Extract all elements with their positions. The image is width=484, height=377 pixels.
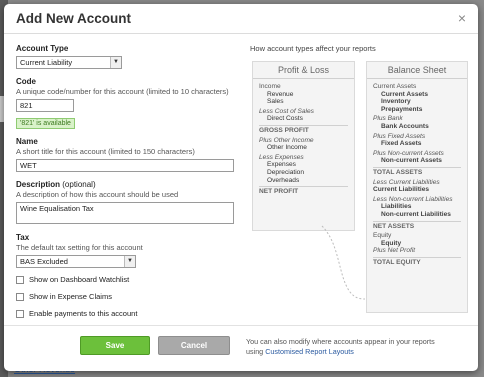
bs-equity-item: Equity	[381, 239, 402, 247]
bs-bank-accounts: Bank Accounts	[381, 122, 429, 130]
payments-checkbox[interactable]	[16, 309, 24, 318]
dialog-header: Add New Account ×	[4, 4, 478, 34]
checkbox-row-payments[interactable]: Enable payments to this account	[16, 308, 241, 319]
bs-current-assets-item: Current Assets	[381, 90, 429, 98]
account-type-value: Current Liability	[20, 58, 73, 67]
balance-sheet-body: Current Assets Current Assets Inventory …	[367, 79, 467, 270]
code-input[interactable]: 821	[16, 99, 74, 112]
bs-equity: Equity	[373, 232, 392, 240]
tax-value: BAS Excluded	[20, 257, 68, 266]
bs-total-equity: TOTAL EQUITY	[373, 256, 461, 267]
balance-sheet-title: Balance Sheet	[367, 62, 467, 79]
account-form: Account Type Current Liability ▼ Code A …	[16, 44, 241, 319]
dialog-title: Add New Account	[16, 11, 132, 26]
bs-less-current-liabilities: Less Current Liabilities	[373, 178, 440, 186]
tax-hint: The default tax setting for this account	[16, 243, 143, 252]
customised-report-layouts-link[interactable]: Customised Report Layouts	[265, 347, 354, 356]
name-hint: A short title for this account (limited …	[16, 147, 195, 156]
tax-label: Tax	[16, 233, 30, 242]
footer-note: You can also modify where accounts appea…	[246, 337, 435, 357]
bs-less-noncurrent-liabilities: Less Non-current Liabilities	[373, 195, 453, 203]
chevron-down-icon: ▼	[124, 256, 135, 267]
footer-note-line1: You can also modify where accounts appea…	[246, 337, 435, 346]
watchlist-checkbox[interactable]	[16, 275, 24, 284]
balance-sheet-panel: Balance Sheet Current Assets Current Ass…	[366, 61, 468, 313]
description-label: Description (optional)	[16, 180, 241, 189]
account-type-select[interactable]: Current Liability ▼	[16, 56, 122, 69]
description-optional: (optional)	[62, 180, 96, 189]
description-hint: A description of how this account should…	[16, 190, 179, 199]
bs-plus-noncurrent-assets: Plus Non-current Assets	[373, 149, 444, 157]
account-type-label: Account Type	[16, 44, 69, 53]
code-hint: A unique code/number for this account (l…	[16, 87, 229, 96]
bs-current-assets: Current Assets	[373, 83, 417, 90]
expense-claims-checkbox-label: Show in Expense Claims	[29, 292, 112, 301]
bs-current-liabilities: Current Liabilities	[373, 186, 430, 194]
bs-net-assets: NET ASSETS	[373, 220, 461, 231]
bs-total-assets: TOTAL ASSETS	[373, 166, 461, 177]
tax-select[interactable]: BAS Excluded ▼	[16, 255, 136, 268]
bs-prepayments: Prepayments	[381, 105, 423, 113]
payments-checkbox-label: Enable payments to this account	[29, 309, 138, 318]
description-textarea[interactable]: Wine Equalisation Tax	[16, 202, 234, 224]
cancel-button[interactable]: Cancel	[158, 336, 230, 355]
description-label-text: Description	[16, 180, 61, 189]
save-button[interactable]: Save	[80, 336, 150, 355]
name-input[interactable]: WET	[16, 159, 234, 172]
chevron-down-icon: ▼	[110, 57, 121, 68]
bs-plus-fixed-assets: Plus Fixed Assets	[373, 132, 426, 140]
code-available-badge: '821' is available	[16, 118, 75, 129]
bs-plus-bank: Plus Bank	[373, 115, 403, 123]
name-label: Name	[16, 137, 38, 146]
footer-note-prefix: using	[246, 347, 264, 356]
report-diagram: How account types affect your reports Pr…	[250, 44, 470, 324]
bs-plus-net-profit: Plus Net Profit	[373, 247, 416, 255]
bs-noncurrent-liabilities: Non-current Liabilities	[381, 210, 451, 218]
expense-claims-checkbox[interactable]	[16, 292, 24, 301]
bs-fixed-assets: Fixed Assets	[381, 140, 422, 148]
bs-liabilities: Liabilities	[381, 203, 412, 211]
checkbox-row-watchlist[interactable]: Show on Dashboard Watchlist	[16, 274, 241, 285]
bs-inventory: Inventory	[381, 98, 411, 106]
close-icon[interactable]: ×	[458, 10, 466, 26]
bs-noncurrent-assets: Non-current Assets	[381, 157, 442, 165]
footer-note-line2: using Customised Report Layouts	[246, 347, 435, 357]
code-label: Code	[16, 77, 36, 86]
add-account-dialog: Add New Account × Account Type Current L…	[4, 4, 478, 371]
dialog-footer: Save Cancel You can also modify where ac…	[4, 325, 478, 371]
watchlist-checkbox-label: Show on Dashboard Watchlist	[29, 275, 130, 284]
checkbox-row-expense-claims[interactable]: Show in Expense Claims	[16, 291, 241, 302]
